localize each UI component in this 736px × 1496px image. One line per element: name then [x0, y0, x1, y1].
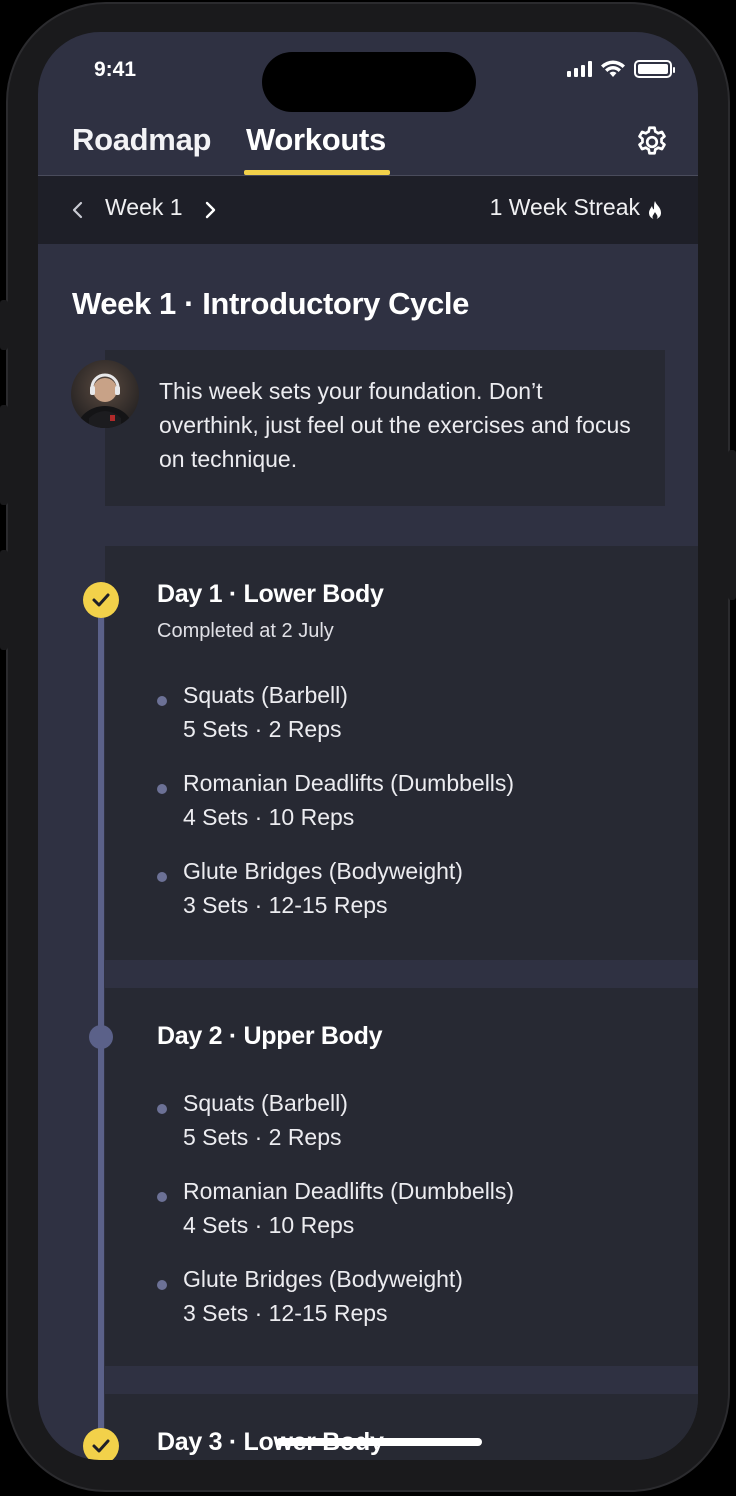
day-title: Day 2 · Upper Body [157, 1022, 383, 1050]
wifi-icon [601, 60, 625, 77]
volume-up-button [0, 405, 8, 505]
checkmark-icon [92, 1439, 110, 1453]
bullet-dot [157, 784, 167, 794]
coach-avatar [71, 360, 139, 428]
exercise-name: Glute Bridges (Bodyweight) [183, 858, 463, 884]
flame-icon [649, 201, 661, 220]
exercise-name: Squats (Barbell) [183, 682, 348, 708]
day-completed-date: Completed at 2 July [157, 620, 334, 642]
completed-check-marker [83, 1428, 119, 1460]
active-tab-indicator [244, 170, 390, 175]
day-title: Day 1 · Lower Body [157, 580, 384, 608]
completed-check-marker [83, 582, 119, 618]
coach-message-card: This week sets your foundation. Don’t ov… [105, 350, 665, 506]
bullet-dot [157, 1280, 167, 1290]
day-card[interactable]: Day 2 · Upper Body Squats (Barbell) 5 Se… [105, 988, 698, 1366]
week-label: Week 1 [105, 194, 183, 220]
exercise-detail: 3 Sets · 12-15 Reps [183, 892, 388, 918]
exercise-name: Romanian Deadlifts (Dumbbells) [183, 770, 515, 796]
pending-dot-marker [89, 1025, 113, 1049]
bullet-dot [157, 872, 167, 882]
exercise-detail: 5 Sets · 2 Reps [183, 716, 342, 742]
card-separator [105, 960, 698, 988]
power-button [728, 450, 736, 600]
status-icons [567, 60, 675, 78]
tab-workouts[interactable]: Workouts [246, 122, 386, 158]
settings-gear-icon[interactable] [634, 124, 670, 160]
action-button [0, 300, 8, 350]
dynamic-island [262, 52, 476, 112]
exercise-detail: 5 Sets · 2 Reps [183, 1124, 342, 1150]
week-title: Week 1 · Introductory Cycle [72, 286, 469, 321]
exercise-name: Romanian Deadlifts (Dumbbells) [183, 1178, 515, 1204]
chevron-right-icon[interactable] [200, 196, 220, 224]
tab-bar: Roadmap Workouts [38, 118, 698, 176]
day-card[interactable]: Day 3 · Lower Body [105, 1394, 698, 1460]
coach-message-text: This week sets your foundation. Don’t ov… [159, 378, 631, 472]
day-card[interactable]: Day 1 · Lower Body Completed at 2 July S… [105, 546, 698, 960]
exercise-name: Squats (Barbell) [183, 1090, 348, 1116]
streak-label: 1 Week Streak [489, 194, 640, 220]
exercise-detail: 4 Sets · 10 Reps [183, 1212, 355, 1238]
exercise-detail: 3 Sets · 12-15 Reps [183, 1300, 388, 1326]
battery-icon [634, 60, 675, 78]
card-separator [105, 1366, 698, 1394]
cellular-signal-icon [567, 61, 592, 77]
bullet-dot [157, 1104, 167, 1114]
tab-roadmap[interactable]: Roadmap [72, 122, 211, 158]
bullet-dot [157, 696, 167, 706]
exercise-detail: 4 Sets · 10 Reps [183, 804, 355, 830]
checkmark-icon [92, 593, 110, 607]
chevron-left-icon[interactable] [68, 196, 88, 224]
status-time: 9:41 [94, 58, 137, 81]
week-navigation: Week 1 1 Week Streak [38, 176, 698, 244]
bullet-dot [157, 1192, 167, 1202]
home-indicator[interactable] [276, 1438, 482, 1446]
volume-down-button [0, 550, 8, 650]
exercise-name: Glute Bridges (Bodyweight) [183, 1266, 463, 1292]
app-screen: 9:41 Roadmap Workouts Week 1 1 Week Stre… [38, 32, 698, 1460]
